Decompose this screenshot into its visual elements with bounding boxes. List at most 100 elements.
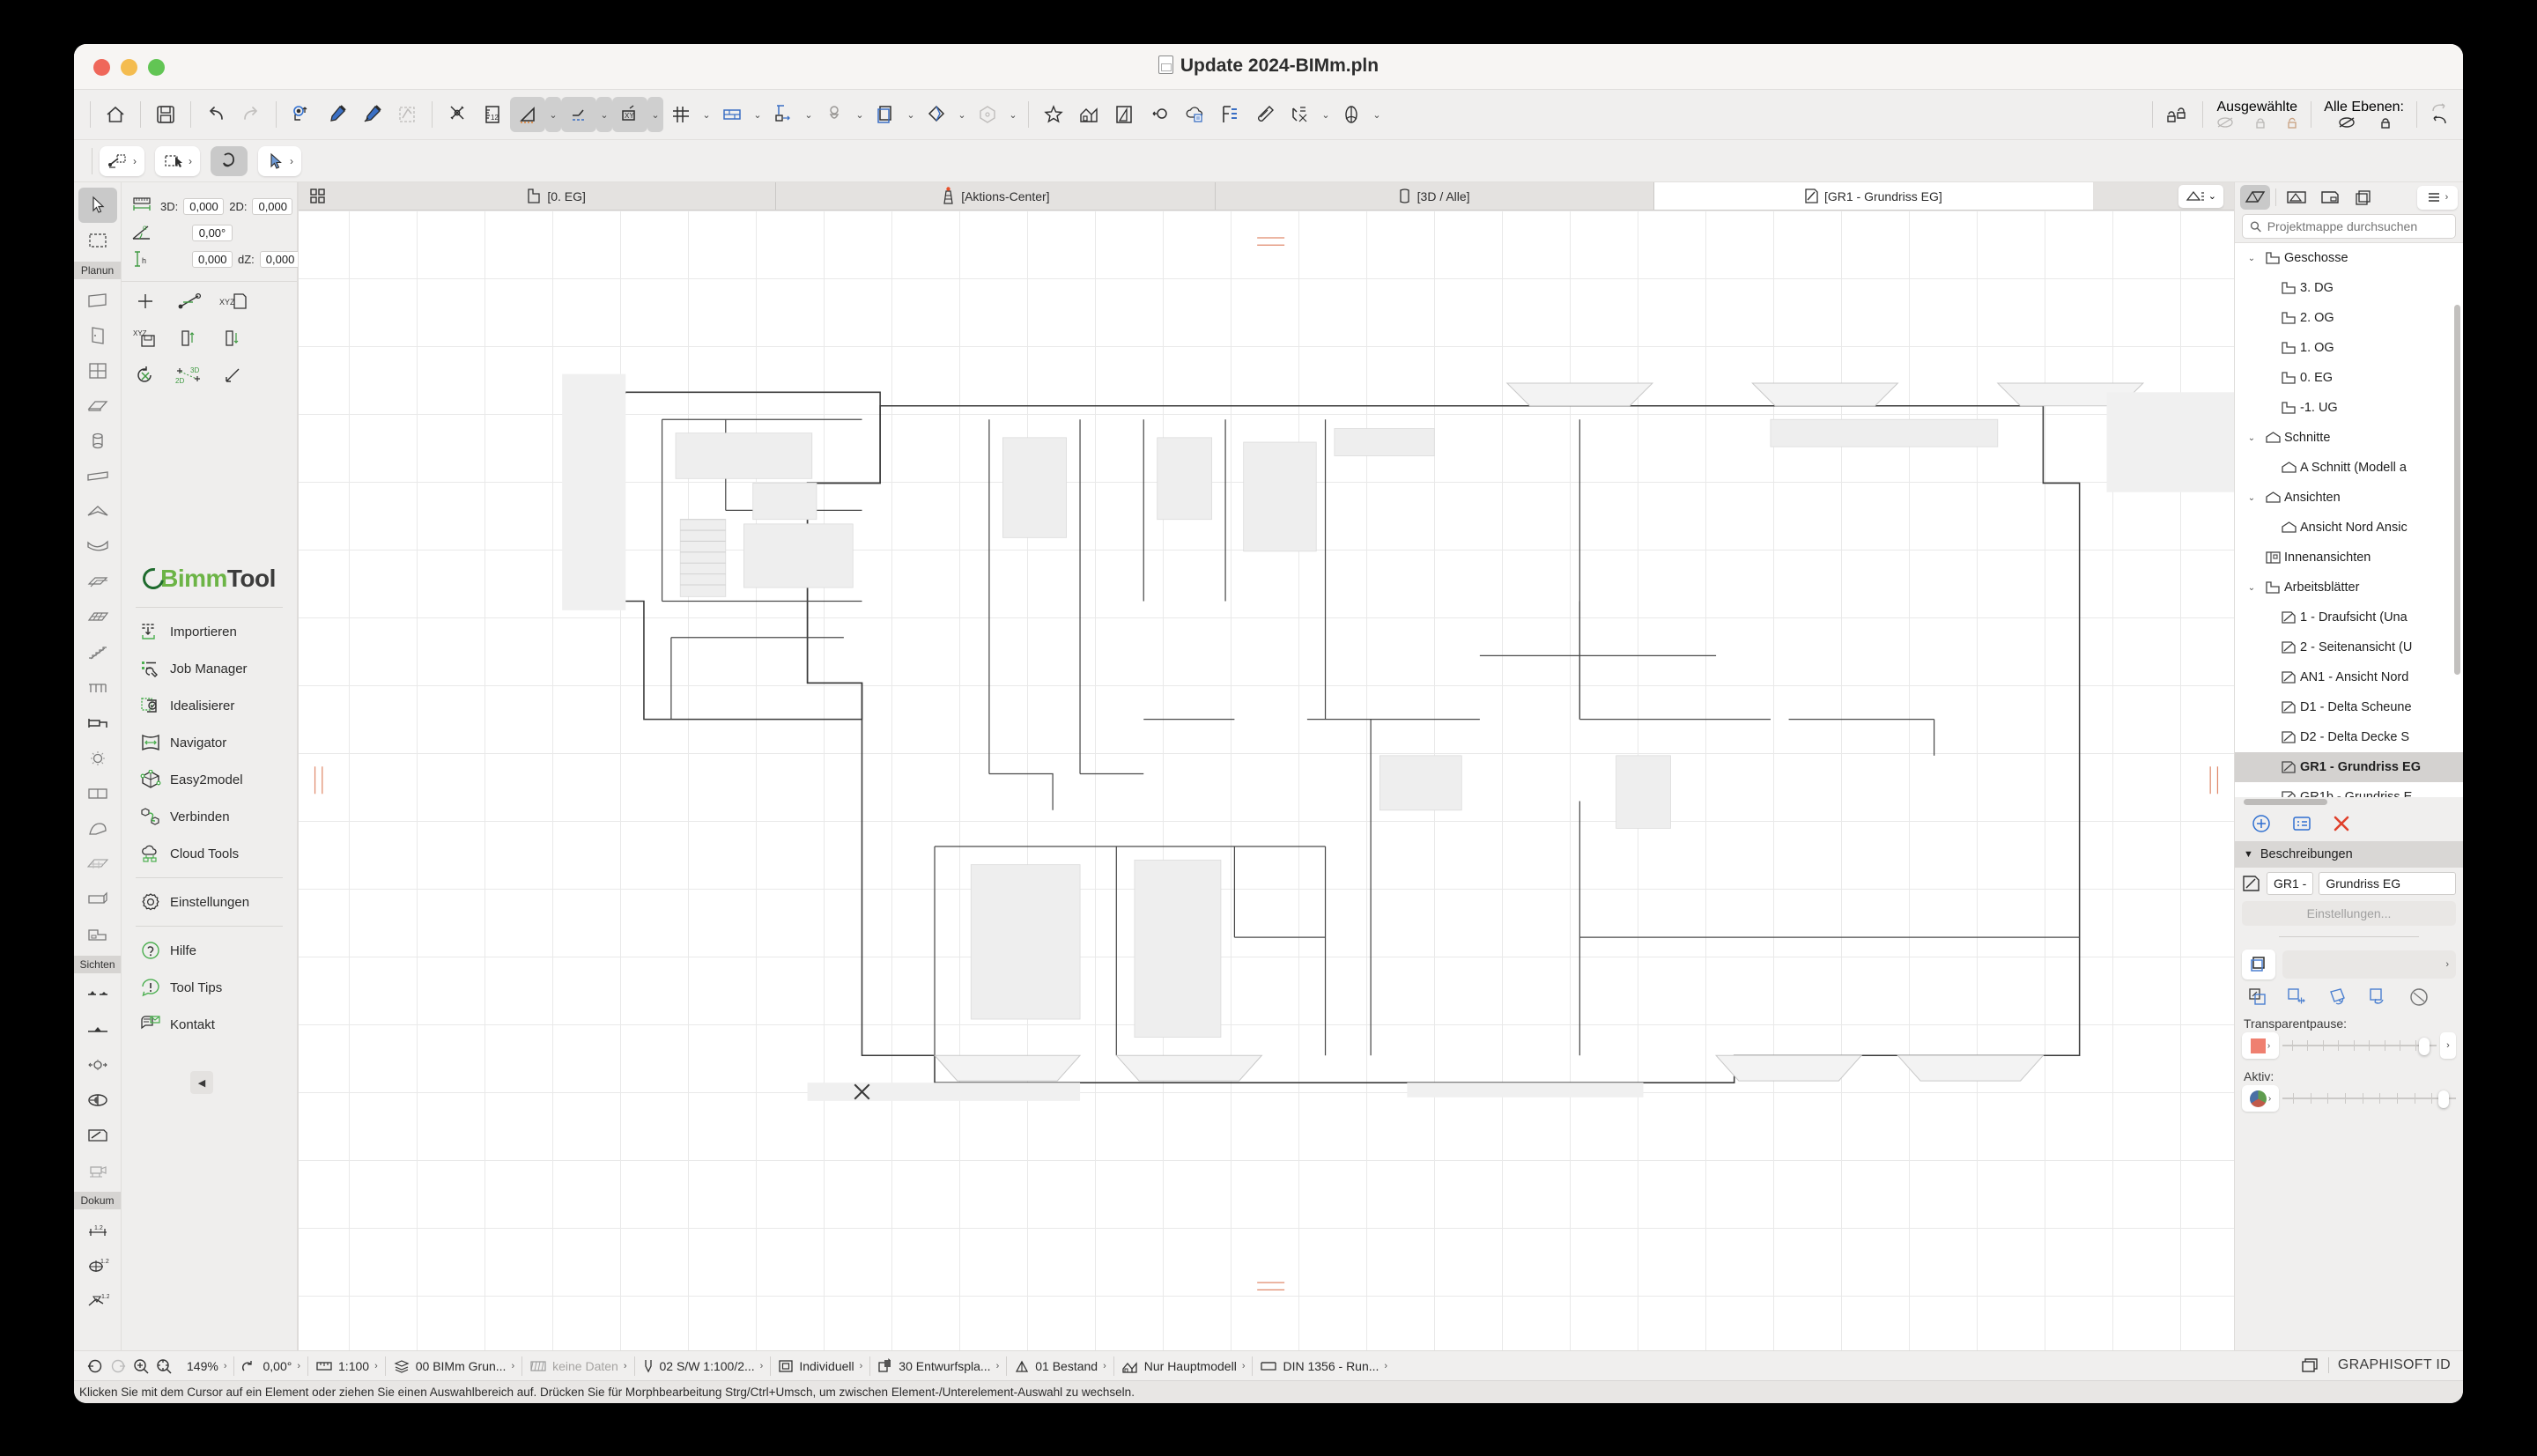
offset-icon[interactable]: [218, 363, 248, 388]
view-id-field[interactable]: GR1 -: [2267, 872, 2314, 895]
column-tool-icon[interactable]: [766, 97, 801, 132]
fit-window-icon[interactable]: [155, 1357, 173, 1375]
renovation-icon[interactable]: [1071, 97, 1106, 132]
3d-2d-toggle-icon[interactable]: 3D 2D: [174, 363, 204, 388]
tree-item[interactable]: Innenansichten: [2235, 543, 2463, 573]
collapse-panel-button[interactable]: ◀: [190, 1071, 213, 1094]
line-point-icon[interactable]: [174, 289, 204, 314]
tree-item[interactable]: ⌄ Ansichten: [2235, 483, 2463, 513]
magnet-path-icon[interactable]: ›: [100, 145, 144, 176]
status-modelview[interactable]: Individuell ›: [771, 1355, 869, 1378]
detail-tool-icon[interactable]: [78, 1083, 117, 1118]
xyz-save-icon[interactable]: XYZ: [130, 326, 160, 351]
tree-item[interactable]: 3. DG: [2235, 273, 2463, 303]
reset-ref-icon[interactable]: [2408, 987, 2430, 1008]
tree-item[interactable]: 2 - Seitenansicht (U: [2235, 632, 2463, 662]
eyedropper-icon[interactable]: [319, 97, 354, 132]
chevron-right-icon[interactable]: ›: [1103, 1361, 1106, 1371]
chevron-right-icon[interactable]: ›: [290, 155, 293, 167]
zoom-tool-icon[interactable]: [284, 97, 319, 132]
beam-tool-icon[interactable]: [78, 459, 117, 494]
tree-item[interactable]: ⌄ Arbeitsblätter: [2235, 573, 2463, 602]
xyz-page-icon[interactable]: XYZ: [218, 289, 248, 314]
chevron-right-icon[interactable]: ›: [133, 155, 137, 167]
tree-item[interactable]: GR1b - Grundriss E: [2235, 782, 2463, 797]
bimmtool-panel[interactable]: BimmTool Importieren Job Manager Idealis…: [122, 561, 297, 1094]
tree-horizontal-scrollbar[interactable]: [2235, 797, 2463, 806]
furniture-tool-icon[interactable]: [78, 706, 117, 741]
beam-tool-icon[interactable]: [817, 97, 852, 132]
curtainwall-tool-icon[interactable]: [78, 600, 117, 635]
tracker-value-3d[interactable]: 0,000: [183, 197, 225, 215]
transparency-slider[interactable]: [2282, 1038, 2437, 1055]
column-tool-icon[interactable]: [78, 424, 117, 459]
bimmtool-item-verbinden[interactable]: Verbinden: [134, 798, 285, 835]
reference-selector[interactable]: ›: [2235, 946, 2463, 983]
status-bar[interactable]: 149% › 0,00° › 1:100 › 00 BIMm Grun... ›…: [74, 1350, 2463, 1380]
bimmtool-item-navigator[interactable]: Navigator: [134, 724, 285, 761]
active-slider[interactable]: [2282, 1090, 2456, 1108]
wall-tool-icon[interactable]: [78, 283, 117, 318]
status-dimension-style[interactable]: DIN 1356 - Run... ›: [1253, 1355, 1394, 1378]
slab-dropdown[interactable]: ⌄: [954, 97, 970, 132]
selected-layers-group[interactable]: Ausgewählte: [2210, 100, 2304, 129]
snap-guide-icon[interactable]: [211, 145, 248, 176]
section-tool-icon[interactable]: [78, 977, 117, 1012]
all-layers-group[interactable]: Alle Ebenen:: [2319, 100, 2409, 129]
view-mode-icon[interactable]: ⌄: [2178, 184, 2223, 208]
bimmtool-item-tool-tips[interactable]: Tool Tips: [134, 969, 285, 1006]
layer-icon[interactable]: [1283, 97, 1318, 132]
tracker-panel[interactable]: 3D: 0,000 2D: 0,000 α 0,00° h 0,000 dZ: …: [122, 182, 300, 282]
publisher-icon[interactable]: [2348, 185, 2378, 210]
tracker-value-dz[interactable]: 0,000: [259, 250, 300, 268]
section-icon[interactable]: [1106, 97, 1142, 132]
door-tool-icon[interactable]: [78, 318, 117, 353]
skylight-tool-icon[interactable]: [78, 917, 117, 952]
tab-aktions-center[interactable]: [Aktions-Center]: [776, 182, 1216, 210]
dimension-tool-icon[interactable]: 1.2: [78, 1213, 117, 1248]
undo-icon[interactable]: [198, 97, 233, 132]
column-dropdown[interactable]: ⌄: [801, 97, 817, 132]
camera-tool-icon[interactable]: [78, 1153, 117, 1188]
layer-redo-icon[interactable]: [2430, 102, 2449, 115]
lamp-tool-icon[interactable]: [78, 741, 117, 776]
chevron-down-icon[interactable]: ⌄: [2242, 433, 2261, 443]
hide-selected-icon[interactable]: [2215, 115, 2235, 129]
rotate-ref-icon[interactable]: [2326, 987, 2349, 1008]
bimmtool-item-easy2model[interactable]: Easy2model: [134, 761, 285, 798]
layer-undo-icon[interactable]: [2430, 115, 2449, 127]
mirror-ref-icon[interactable]: [2367, 987, 2390, 1008]
tracker-row-length[interactable]: 3D: 0,000 2D: 0,000: [129, 193, 293, 219]
tracker-value-2d[interactable]: 0,000: [252, 197, 293, 215]
zoom-in-icon[interactable]: [132, 1357, 150, 1375]
object-dropdown[interactable]: ⌄: [903, 97, 919, 132]
tree-item[interactable]: 0. EG: [2235, 363, 2463, 393]
tag-icon[interactable]: [1247, 97, 1283, 132]
publish-dropdown[interactable]: ⌄: [1369, 97, 1385, 132]
lock-all-icon[interactable]: [2379, 115, 2392, 129]
rotate-icon[interactable]: [1142, 97, 1177, 132]
navigator-actions[interactable]: [2235, 806, 2463, 841]
angle-snap-icon[interactable]: [510, 97, 545, 132]
reference-dropdown[interactable]: ›: [2282, 950, 2456, 979]
chevron-right-icon[interactable]: ›: [224, 1361, 227, 1371]
chevron-down-icon[interactable]: ⌄: [2242, 254, 2261, 263]
cloud-icon[interactable]: [1177, 97, 1212, 132]
bimmtool-item-cloud-tools[interactable]: Cloud Tools: [134, 835, 285, 872]
bimmtool-item-importieren[interactable]: Importieren: [134, 613, 285, 650]
transparency-color-button[interactable]: ›: [2242, 1032, 2279, 1059]
zoom-nav-group[interactable]: [79, 1355, 180, 1378]
view-tab-bar[interactable]: [0. EG] [Aktions-Center] [3D / Alle] [GR…: [299, 182, 2234, 211]
radial-dim-tool-icon[interactable]: 1.2: [78, 1248, 117, 1283]
slab-tool-icon[interactable]: [78, 388, 117, 424]
worksheet-tool-icon[interactable]: [78, 1118, 117, 1153]
unlock-selected-icon[interactable]: [2286, 115, 2298, 129]
chevron-right-icon[interactable]: ›: [2268, 1094, 2271, 1104]
tracker-value-height[interactable]: 0,000: [192, 250, 233, 268]
tree-item[interactable]: 2. OG: [2235, 303, 2463, 333]
elevate-up-icon[interactable]: [174, 326, 204, 351]
cross-point-icon[interactable]: [130, 289, 160, 314]
tab-gr1-grundriss-eg[interactable]: [GR1 - Grundriss EG]: [1653, 182, 2093, 210]
view-map-icon[interactable]: [2282, 185, 2311, 210]
interior-elev-tool-icon[interactable]: [78, 1047, 117, 1083]
